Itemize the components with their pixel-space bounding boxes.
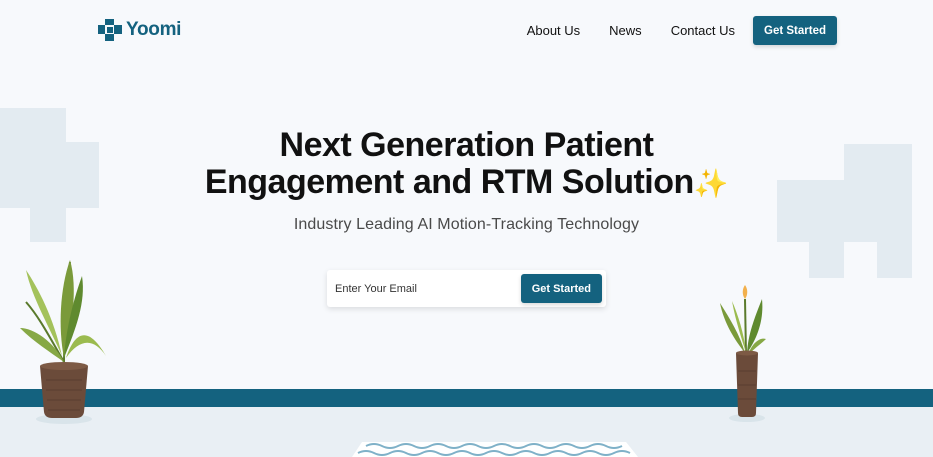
nav-contact-us[interactable]: Contact Us [671, 23, 735, 38]
email-input[interactable] [335, 282, 521, 295]
landing-page: Yoomi About Us News Contact Us Get Start… [0, 0, 933, 457]
medical-cross-icon [98, 19, 122, 41]
signup-get-started-button[interactable]: Get Started [520, 274, 602, 303]
hero-title-bold: Next Generation [279, 126, 536, 164]
main-nav: About Us News Contact Us Get Started [527, 16, 837, 45]
left-plant-illustration [20, 260, 106, 424]
wall-stripe [0, 389, 933, 407]
decor-block [877, 242, 912, 278]
decor-block [809, 242, 844, 278]
nav-about-us[interactable]: About Us [527, 23, 580, 38]
brand-logo[interactable]: Yoomi [98, 19, 181, 41]
hero-title: Next Generation Patient Engagement and R… [0, 127, 933, 202]
right-plant-illustration [720, 285, 766, 422]
sparkle-icon: ✨ [693, 168, 729, 199]
nav-news[interactable]: News [609, 23, 642, 38]
hero-title-line2: Engagement and RTM Solution [204, 163, 694, 201]
rug-illustration [352, 442, 638, 457]
brand-name: Yoomi [126, 19, 182, 40]
hero-subtitle: Industry Leading AI Motion-Tracking Tech… [293, 216, 640, 233]
email-signup-form: Get Started [327, 270, 606, 307]
hero-title-line1-rest: Patient [534, 126, 654, 164]
header-get-started-button[interactable]: Get Started [753, 16, 837, 45]
site-header: Yoomi About Us News Contact Us Get Start… [0, 0, 933, 64]
